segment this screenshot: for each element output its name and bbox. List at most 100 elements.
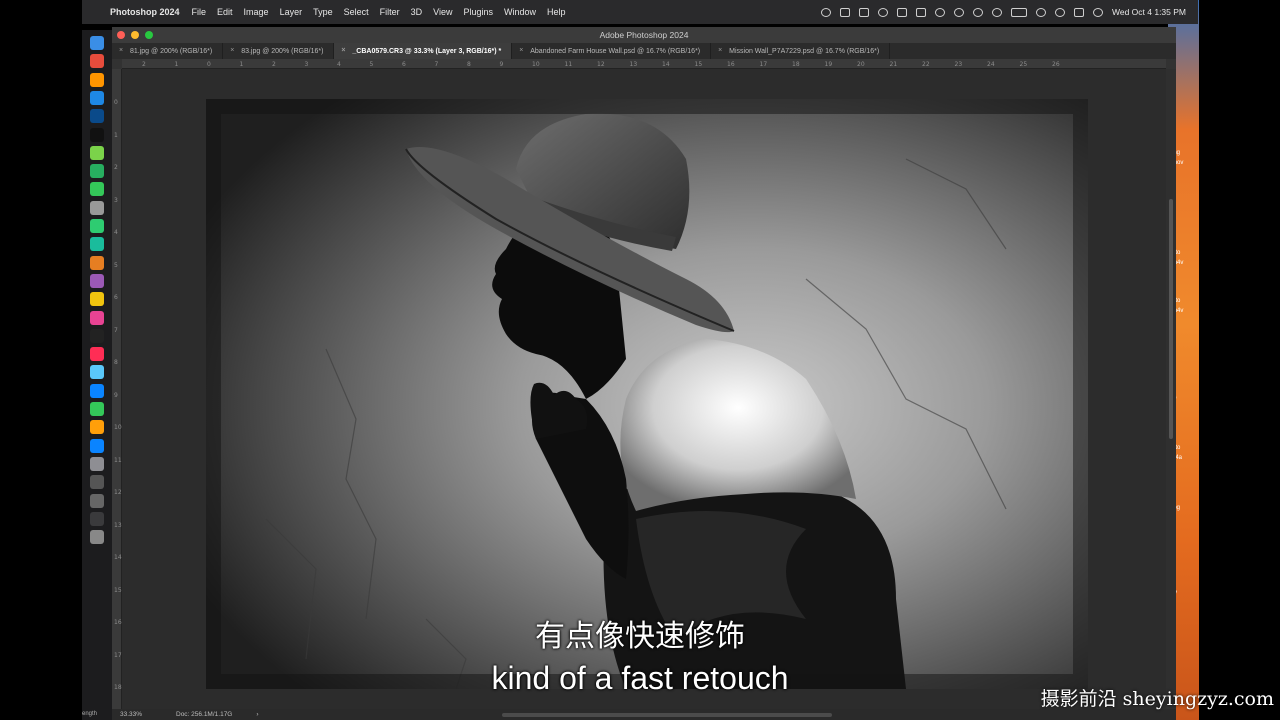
dock-app-icon[interactable] bbox=[90, 109, 104, 124]
tab-label: 81.jpg @ 200% (RGB/16*) bbox=[130, 47, 213, 55]
dock-app-icon[interactable] bbox=[90, 255, 104, 270]
ruler-tick: 10 bbox=[114, 424, 122, 431]
dock-app-icon[interactable] bbox=[90, 127, 104, 142]
search-icon[interactable] bbox=[1054, 7, 1065, 17]
dock-app-icon[interactable] bbox=[90, 383, 104, 398]
menu-filter[interactable]: Filter bbox=[380, 7, 400, 17]
menu-3d[interactable]: 3D bbox=[411, 7, 423, 17]
menu-layer[interactable]: Layer bbox=[280, 7, 303, 17]
status-bar: 33.33% Doc: 256.1M/1.17G › bbox=[112, 709, 1176, 720]
tab-label: Mission Wall_P7A7229.psd @ 16.7% (RGB/16… bbox=[729, 47, 880, 55]
dock-app-icon[interactable] bbox=[90, 90, 104, 105]
dock-app-icon[interactable] bbox=[90, 72, 104, 87]
ruler-tick: 15 bbox=[114, 586, 122, 594]
close-tab-icon[interactable]: × bbox=[119, 47, 123, 54]
dock-app-icon[interactable] bbox=[90, 54, 104, 69]
menu-select[interactable]: Select bbox=[344, 7, 369, 17]
menu-file[interactable]: File bbox=[192, 7, 207, 17]
dock-app-icon[interactable] bbox=[90, 219, 104, 233]
menu-help[interactable]: Help bbox=[547, 7, 566, 17]
ruler-tick: 9 bbox=[114, 391, 118, 399]
dock-app-icon[interactable] bbox=[90, 493, 104, 508]
dock-app-icon[interactable] bbox=[90, 273, 104, 288]
window-titlebar: Adobe Photoshop 2024 bbox=[112, 27, 1176, 43]
dock-app-icon[interactable] bbox=[90, 310, 104, 325]
bluetooth-icon[interactable] bbox=[934, 7, 945, 17]
ruler-tick: 10 bbox=[532, 61, 540, 68]
ruler-tick: 0 bbox=[207, 61, 211, 68]
battery-icon[interactable] bbox=[1010, 7, 1027, 17]
display-icon[interactable] bbox=[896, 7, 907, 17]
dock-app-icon[interactable] bbox=[90, 456, 104, 471]
horizontal-ruler[interactable]: 2 1 0 1 2 3 4 5 6 7 8 9 10 11 12 13 14 15 16 17 18 19 20 21 22 23… bbox=[122, 59, 1166, 69]
dock-app-icon[interactable] bbox=[90, 402, 104, 416]
dock-app-icon[interactable] bbox=[90, 347, 104, 362]
ruler-tick: 22 bbox=[922, 61, 930, 68]
document-tabs: × 81.jpg @ 200% (RGB/16*) × 83.jpg @ 200… bbox=[112, 43, 1176, 59]
menu-plugins[interactable]: Plugins bbox=[463, 7, 493, 17]
record-icon[interactable] bbox=[820, 7, 831, 17]
app-menu[interactable]: Photoshop 2024 bbox=[110, 7, 180, 17]
menubar-clock[interactable]: Wed Oct 4 1:35 PM bbox=[1112, 7, 1186, 17]
dock-label: ength bbox=[82, 711, 98, 717]
scrollbar-thumb[interactable] bbox=[1169, 199, 1173, 439]
user-icon[interactable] bbox=[991, 7, 1002, 17]
tab-document[interactable]: × 83.jpg @ 200% (RGB/16*) bbox=[223, 43, 335, 59]
dock-app-icon[interactable] bbox=[90, 200, 104, 215]
eye-icon[interactable] bbox=[877, 7, 888, 17]
subtitle-chinese: 有点像快速修饰 bbox=[535, 619, 745, 654]
menu-edit[interactable]: Edit bbox=[217, 7, 233, 17]
play-icon[interactable] bbox=[972, 7, 983, 17]
dock-app-icon[interactable] bbox=[90, 292, 104, 307]
grid-icon[interactable] bbox=[839, 7, 850, 17]
menu-image[interactable]: Image bbox=[244, 7, 269, 17]
tab-document[interactable]: × Mission Wall_P7A7229.psd @ 16.7% (RGB/… bbox=[711, 43, 891, 59]
zoom-level[interactable]: 33.33% bbox=[120, 711, 170, 718]
close-tab-icon[interactable]: × bbox=[341, 47, 345, 54]
ruler-tick: 12 bbox=[597, 61, 605, 68]
dock-app-icon[interactable] bbox=[90, 328, 104, 343]
ruler-tick: 14 bbox=[114, 554, 122, 561]
ruler-tick: 15 bbox=[694, 61, 703, 68]
dock-app-icon[interactable] bbox=[90, 438, 104, 453]
document-image bbox=[206, 99, 1088, 689]
status-chevron-icon[interactable]: › bbox=[256, 711, 258, 718]
control-center-icon[interactable] bbox=[1073, 7, 1084, 17]
ruler-tick: 9 bbox=[499, 61, 504, 68]
ruler-tick: 7 bbox=[434, 61, 439, 68]
sidebar-icon[interactable] bbox=[915, 7, 926, 17]
dock-app-icon[interactable] bbox=[90, 145, 104, 160]
tab-document[interactable]: × Abandoned Farm House Wall.psd @ 16.7% … bbox=[512, 43, 712, 59]
time-machine-icon[interactable] bbox=[953, 7, 964, 17]
ruler-tick: 16 bbox=[727, 61, 735, 68]
tab-document[interactable]: × 81.jpg @ 200% (RGB/16*) bbox=[112, 43, 224, 59]
dock-app-icon[interactable] bbox=[90, 530, 104, 545]
siri-icon[interactable] bbox=[1092, 7, 1103, 17]
close-tab-icon[interactable]: × bbox=[519, 47, 523, 54]
wifi-icon[interactable] bbox=[1035, 7, 1046, 17]
ruler-tick: 18 bbox=[792, 61, 800, 68]
dock-app-icon[interactable] bbox=[90, 182, 104, 197]
dock-app-icon[interactable] bbox=[90, 420, 104, 435]
dock-app-icon[interactable] bbox=[90, 164, 104, 179]
dock-app-icon[interactable] bbox=[90, 237, 104, 252]
menu-view[interactable]: View bbox=[433, 7, 452, 17]
dock-app-icon[interactable] bbox=[90, 475, 104, 490]
dock-app-icon[interactable] bbox=[90, 36, 104, 50]
screen-capture-icon[interactable] bbox=[858, 7, 869, 17]
portrait-photo bbox=[206, 99, 1088, 689]
ruler-tick: 17 bbox=[759, 61, 768, 68]
menu-type[interactable]: Type bbox=[313, 7, 333, 17]
ruler-tick: 2 bbox=[272, 61, 276, 68]
doc-size[interactable]: Doc: 256.1M/1.17G bbox=[176, 711, 232, 718]
close-tab-icon[interactable]: × bbox=[230, 47, 234, 54]
tab-document-active[interactable]: × _CBA0579.CR3 @ 33.3% (Layer 3, RGB/16*… bbox=[334, 43, 513, 59]
ruler-tick: 11 bbox=[564, 61, 573, 68]
menu-window[interactable]: Window bbox=[504, 7, 536, 17]
dock-app-icon[interactable] bbox=[90, 511, 104, 526]
close-tab-icon[interactable]: × bbox=[718, 47, 722, 54]
ruler-tick: 26 bbox=[1052, 61, 1060, 68]
ruler-tick: 1 bbox=[114, 131, 118, 139]
dock-app-icon[interactable] bbox=[90, 365, 104, 380]
horizontal-scrollbar[interactable] bbox=[502, 713, 832, 717]
